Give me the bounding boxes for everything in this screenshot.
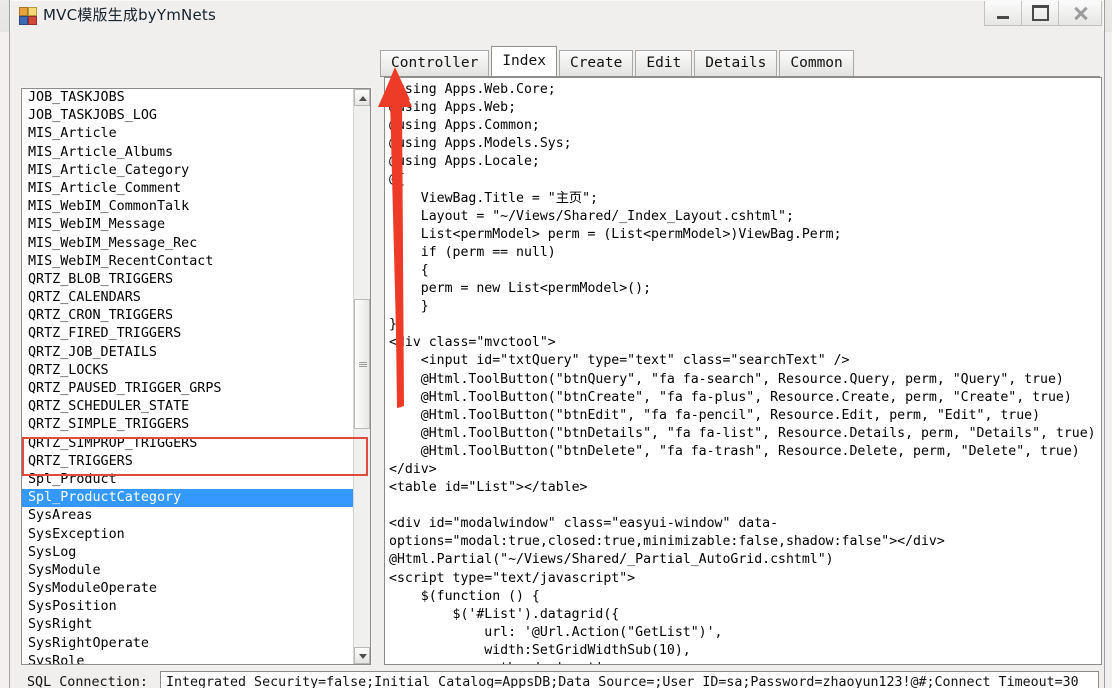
list-item[interactable]: QRTZ_CALENDARS [22, 289, 353, 307]
list-item[interactable]: QRTZ_BLOB_TRIGGERS [22, 271, 353, 289]
list-item[interactable]: SysModuleOperate [22, 580, 353, 598]
list-item[interactable]: SysRight [22, 616, 353, 634]
list-item[interactable]: SysAreas [22, 507, 353, 525]
minimize-icon [997, 15, 1009, 19]
minimize-button[interactable] [984, 1, 1022, 26]
tab-details[interactable]: Details [694, 50, 778, 76]
code-editor[interactable]: @using Apps.Web.Core; @using Apps.Web; @… [384, 77, 1102, 665]
tab-create[interactable]: Create [558, 50, 634, 76]
list-item[interactable]: MIS_Article_Comment [22, 180, 353, 198]
list-item[interactable]: MIS_Article [22, 125, 353, 143]
tab-index[interactable]: Index [491, 46, 557, 76]
list-item[interactable]: MIS_WebIM_RecentContact [22, 253, 353, 271]
list-item[interactable]: QRTZ_LOCKS [22, 362, 353, 380]
list-item[interactable]: SysLog [22, 544, 353, 562]
maximize-button[interactable] [1021, 1, 1059, 26]
tab-controller[interactable]: Controller [380, 50, 490, 76]
scroll-down-arrow-icon[interactable] [354, 647, 370, 664]
list-item[interactable]: Spl_ProductCategory [22, 489, 353, 508]
list-item[interactable]: MIS_Article_Albums [22, 144, 353, 162]
scroll-up-arrow-icon[interactable] [354, 89, 370, 106]
app-tiles-icon [19, 7, 37, 25]
main-window: MVC模版生成byYmNets Controller Index Create Edi… [9, 0, 1105, 688]
list-item[interactable]: MIS_WebIM_Message [22, 216, 353, 234]
list-item[interactable]: MIS_Article_Category [22, 162, 353, 180]
list-item[interactable]: QRTZ_SIMPROP_TRIGGERS [22, 435, 353, 453]
sql-connection-row: SQL Connection: Integrated Security=fals… [21, 671, 1099, 688]
list-item[interactable]: SysPosition [22, 598, 353, 616]
list-item[interactable]: QRTZ_JOB_DETAILS [22, 344, 353, 362]
list-item[interactable]: SysRightOperate [22, 635, 353, 653]
list-item[interactable]: QRTZ_FIRED_TRIGGERS [22, 325, 353, 343]
title-bar: MVC模版生成byYmNets [10, 0, 1104, 31]
tab-strip: Controller Index Create Edit Details Common [380, 46, 856, 76]
table-list-box[interactable]: JOB_TASKJOBS JOB_TASKJOBS_LOG MIS_Article M… [21, 88, 371, 665]
list-item[interactable]: SysException [22, 526, 353, 544]
scrollbar-grip-icon [359, 362, 367, 367]
application-window: MVC模版生成byYmNets Controller Index Create Edi… [0, 0, 1112, 688]
client-area: Controller Index Create Edit Details Common J… [10, 31, 1104, 688]
sql-connection-label: SQL Connection: [27, 675, 148, 688]
tab-common[interactable]: Common [779, 50, 854, 76]
code-editor-text: @using Apps.Web.Core; @using Apps.Web; @… [389, 82, 1096, 664]
tab-edit[interactable]: Edit [635, 50, 693, 76]
list-item[interactable]: MIS_WebIM_CommonTalk [22, 198, 353, 216]
close-button[interactable] [1058, 1, 1102, 26]
scrollbar-thumb[interactable] [354, 299, 370, 429]
list-item[interactable]: QRTZ_PAUSED_TRIGGER_GRPS [22, 380, 353, 398]
list-scrollbar[interactable] [353, 89, 370, 664]
close-icon [1073, 6, 1088, 21]
list-item[interactable]: QRTZ_SIMPLE_TRIGGERS [22, 416, 353, 434]
window-controls [984, 1, 1102, 27]
window-title: MVC模版生成byYmNets [43, 6, 216, 24]
table-list-items: JOB_TASKJOBS JOB_TASKJOBS_LOG MIS_Article M… [22, 89, 353, 664]
list-item[interactable]: JOB_TASKJOBS_LOG [22, 107, 353, 125]
maximize-icon [1031, 5, 1049, 21]
list-item[interactable]: QRTZ_CRON_TRIGGERS [22, 307, 353, 325]
list-item[interactable]: Spl_Product [22, 471, 353, 489]
sql-connection-input[interactable]: Integrated Security=false;Initial Catalo… [160, 671, 1099, 688]
list-item[interactable]: MIS_WebIM_Message_Rec [22, 235, 353, 253]
list-item[interactable]: SysRole [22, 653, 353, 664]
list-item[interactable]: SysModule [22, 562, 353, 580]
list-item[interactable]: JOB_TASKJOBS [22, 89, 353, 107]
list-item[interactable]: QRTZ_TRIGGERS [22, 453, 353, 471]
list-item[interactable]: QRTZ_SCHEDULER_STATE [22, 398, 353, 416]
